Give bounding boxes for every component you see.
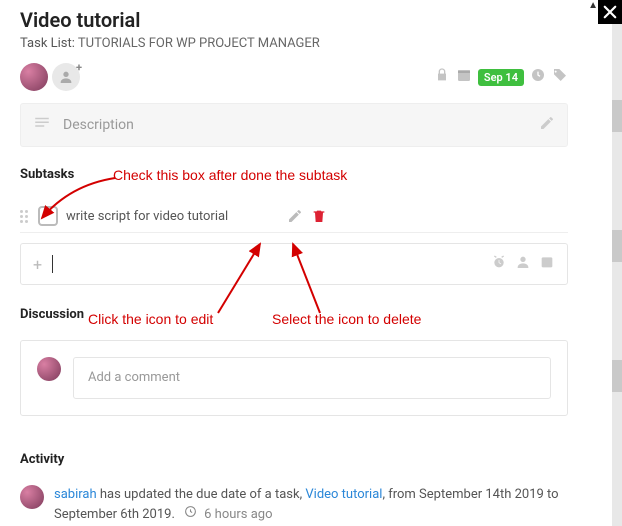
activity-task-link[interactable]: Video tutorial [305,487,382,502]
lock-icon[interactable] [434,67,450,87]
task-panel: Video tutorial Task List: TUTORIALS FOR … [0,0,588,526]
edit-subtask-button[interactable] [286,207,304,225]
meta-icons: Sep 14 [434,67,568,87]
delete-subtask-button[interactable] [310,207,328,225]
meta-row: + Sep 14 [20,63,568,91]
subtask-row: write script for video tutorial [20,200,568,233]
plus-icon: + [33,255,42,274]
calendar-small-icon[interactable] [539,254,555,274]
assignee-avatars: + [20,63,80,91]
tag-icon[interactable] [552,67,568,87]
activity-timestamp: 6 hours ago [204,507,272,522]
subtask-title: write script for video tutorial [66,209,280,224]
add-subtask-input[interactable] [63,256,481,272]
comment-placeholder: Add a comment [88,370,180,385]
tasklist-prefix: Task List: [20,36,75,51]
add-assignee-button[interactable]: + [52,63,80,91]
drag-handle-icon[interactable] [20,210,32,223]
close-button[interactable] [598,0,622,24]
side-notch [612,230,622,262]
subtasks-heading: Subtasks [20,167,568,182]
comment-input[interactable]: Add a comment [73,357,551,399]
description-box[interactable]: Description [20,103,568,147]
activity-heading: Activity [20,452,568,467]
description-icon [33,114,51,136]
tasklist-name: TUTORIALS FOR WP PROJECT MANAGER [78,36,320,51]
pencil-icon[interactable] [539,115,555,135]
discussion-heading: Discussion [20,307,568,322]
scroll-up-arrow[interactable]: ▲ [588,0,598,11]
avatar [37,357,61,381]
activity-text: has updated the due date of a task, [97,487,306,502]
user-icon[interactable] [515,254,531,274]
activity-item: sabirah has updated the due date of a ta… [20,485,568,524]
avatar [20,485,44,509]
avatar[interactable] [20,63,48,91]
clock-icon [184,505,200,518]
add-subtask-box[interactable]: + [20,243,568,285]
alarm-icon[interactable] [491,254,507,274]
due-date-badge[interactable]: Sep 14 [478,69,524,86]
subtask-checkbox[interactable] [38,206,58,226]
side-notch [612,100,622,132]
clock-icon[interactable] [530,67,546,87]
side-notch [612,360,622,392]
text-cursor [52,255,53,273]
task-title: Video tutorial [20,8,568,32]
calendar-icon[interactable] [456,67,472,87]
activity-user-link[interactable]: sabirah [54,487,97,502]
description-placeholder: Description [63,117,539,133]
tasklist-line: Task List: TUTORIALS FOR WP PROJECT MANA… [20,36,568,51]
comment-box: Add a comment [20,340,568,416]
